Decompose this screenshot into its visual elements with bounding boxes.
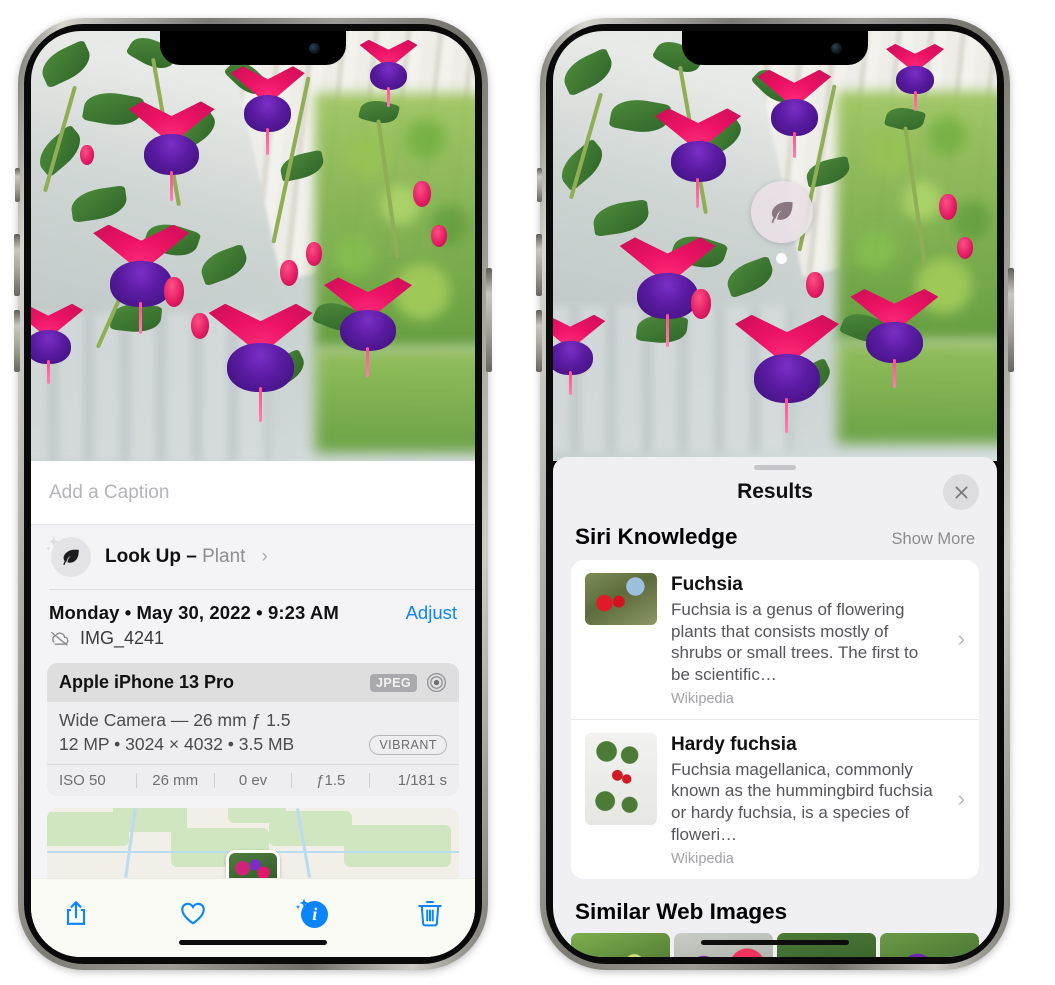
leaf-icon	[63, 549, 79, 565]
share-icon[interactable]	[61, 898, 91, 928]
adjust-button[interactable]: Adjust	[406, 602, 457, 624]
siri-knowledge-card: Fuchsia Fuchsia is a genus of flowering …	[571, 560, 979, 879]
list-item[interactable]: Hardy fuchsia Fuchsia magellanica, commo…	[571, 718, 979, 879]
similar-image-1[interactable]	[571, 932, 670, 957]
camera-model: Apple iPhone 13 Pro	[59, 672, 235, 692]
cloud-slash-icon	[50, 631, 69, 646]
photo-toolbar: i	[31, 878, 475, 946]
close-icon	[954, 485, 968, 499]
format-badge: JPEG	[370, 673, 417, 692]
similar-image-4[interactable]	[880, 932, 979, 957]
front-camera-icon	[309, 43, 320, 54]
photographic-style-badge: VIBRANT	[369, 734, 447, 755]
photo-location-map[interactable]	[47, 808, 459, 878]
knowledge-source: Wikipedia	[671, 690, 734, 707]
photo-filename: IMG_4241	[80, 628, 165, 648]
left-phone-screen: Add a Caption Look Up – Plant › Monday •…	[31, 31, 475, 957]
look-up-title: Look Up	[105, 546, 181, 567]
knowledge-body: Fuchsia Fuchsia is a genus of flowering …	[671, 573, 965, 707]
camera-body: Wide Camera — 26 mm ƒ 1.5 12 MP • 3024 ×…	[47, 702, 459, 764]
toolbar-safe-area	[31, 946, 475, 957]
knowledge-source: Wikipedia	[671, 850, 734, 867]
left-phone-device: Add a Caption Look Up – Plant › Monday •…	[14, 18, 492, 970]
caption-field[interactable]: Add a Caption	[31, 461, 475, 525]
screenshot-stage: Add a Caption Look Up – Plant › Monday •…	[0, 0, 1055, 985]
visual-look-up-anchor-dot	[776, 253, 787, 264]
camera-spec-row: 12 MP • 3024 × 4032 • 3.5 MB VIBRANT	[59, 734, 447, 755]
photo-datetime: Monday • May 30, 2022 • 9:23 AM	[49, 602, 339, 623]
power-button[interactable]	[486, 268, 492, 372]
hardy-fuchsia-thumbnail	[585, 732, 657, 825]
datetime-row: Monday • May 30, 2022 • 9:23 AM Adjust	[31, 590, 475, 626]
home-indicator[interactable]	[701, 940, 849, 945]
exif-focal: 26 mm	[152, 772, 199, 789]
volume-down-button[interactable]	[536, 310, 542, 372]
chevron-right-icon: ›	[957, 786, 965, 812]
knowledge-title: Hardy fuchsia	[671, 733, 797, 755]
volume-up-button[interactable]	[14, 234, 20, 296]
filename-row: IMG_4241	[31, 626, 475, 661]
mute-switch[interactable]	[537, 168, 542, 202]
show-more-button[interactable]: Show More	[892, 530, 975, 549]
siri-knowledge-header: Siri Knowledge Show More	[553, 520, 997, 560]
sparkle-icon	[45, 536, 59, 551]
similar-web-images-header: Similar Web Images	[553, 879, 997, 929]
knowledge-title: Fuchsia	[671, 574, 743, 595]
trash-icon[interactable]	[415, 898, 445, 928]
close-button[interactable]	[943, 474, 979, 510]
home-indicator[interactable]	[179, 940, 327, 945]
leaf-icon	[771, 201, 793, 223]
camera-badges: JPEG	[370, 672, 447, 693]
knowledge-body: Hardy fuchsia Fuchsia magellanica, commo…	[671, 733, 965, 867]
look-up-row[interactable]: Look Up – Plant ›	[31, 525, 475, 589]
camera-spec-line: 12 MP • 3024 × 4032 • 3.5 MB	[59, 734, 295, 754]
list-item[interactable]: Fuchsia Fuchsia is a genus of flowering …	[571, 560, 979, 719]
camera-header: Apple iPhone 13 Pro JPEG	[47, 663, 459, 702]
chevron-right-icon: ›	[957, 626, 965, 652]
exif-shutter: 1/181 s	[397, 772, 447, 789]
info-button[interactable]: i	[294, 898, 329, 928]
look-up-label: Look Up – Plant	[105, 546, 245, 568]
power-button[interactable]	[1008, 268, 1014, 372]
volume-up-button[interactable]	[536, 234, 542, 296]
knowledge-description: Fuchsia magellanica, commonly known as t…	[671, 759, 933, 844]
photo-view[interactable]	[553, 31, 997, 461]
right-phone-device: Results Siri Knowledge Show More Fuchsia…	[536, 18, 1014, 970]
volume-down-button[interactable]	[14, 310, 20, 372]
results-title: Results	[737, 480, 813, 503]
exif-iso: ISO 50	[59, 772, 106, 789]
section-title: Siri Knowledge	[575, 524, 738, 549]
chevron-right-icon: ›	[261, 546, 268, 567]
look-up-dash: –	[181, 546, 203, 567]
fuchsia-thumbnail	[585, 573, 657, 625]
results-header: Results	[553, 470, 997, 520]
camera-info-card: Apple iPhone 13 Pro JPEG Wide Camera — 2…	[47, 663, 459, 796]
notch	[160, 31, 346, 65]
knowledge-description: Fuchsia is a genus of flowering plants t…	[671, 599, 919, 684]
visual-look-up-badge[interactable]	[751, 181, 813, 243]
mute-switch[interactable]	[15, 168, 20, 202]
map-photo-pin	[226, 850, 280, 878]
hdr-circle-icon	[426, 672, 447, 693]
caption-placeholder: Add a Caption	[49, 481, 170, 503]
exif-aperture: ƒ1.5	[316, 772, 346, 789]
camera-lens-line: Wide Camera — 26 mm ƒ 1.5	[59, 710, 291, 730]
photo-info-sheet: Add a Caption Look Up – Plant › Monday •…	[31, 461, 475, 957]
info-grey-area: Look Up – Plant › Monday • May 30, 2022 …	[31, 525, 475, 957]
exif-row: ISO 50 26 mm 0 ev ƒ1.5 1/181 s	[47, 764, 459, 796]
info-glyph: i	[301, 900, 329, 928]
exif-exposure: 0 ev	[238, 772, 268, 789]
notch	[682, 31, 868, 65]
heart-icon[interactable]	[178, 898, 208, 928]
photo-view[interactable]	[31, 31, 475, 471]
right-phone-screen: Results Siri Knowledge Show More Fuchsia…	[553, 31, 997, 957]
front-camera-icon	[831, 43, 842, 54]
results-sheet: Results Siri Knowledge Show More Fuchsia…	[553, 457, 997, 957]
look-up-subject: Plant	[202, 546, 246, 567]
section-title: Similar Web Images	[575, 898, 788, 924]
